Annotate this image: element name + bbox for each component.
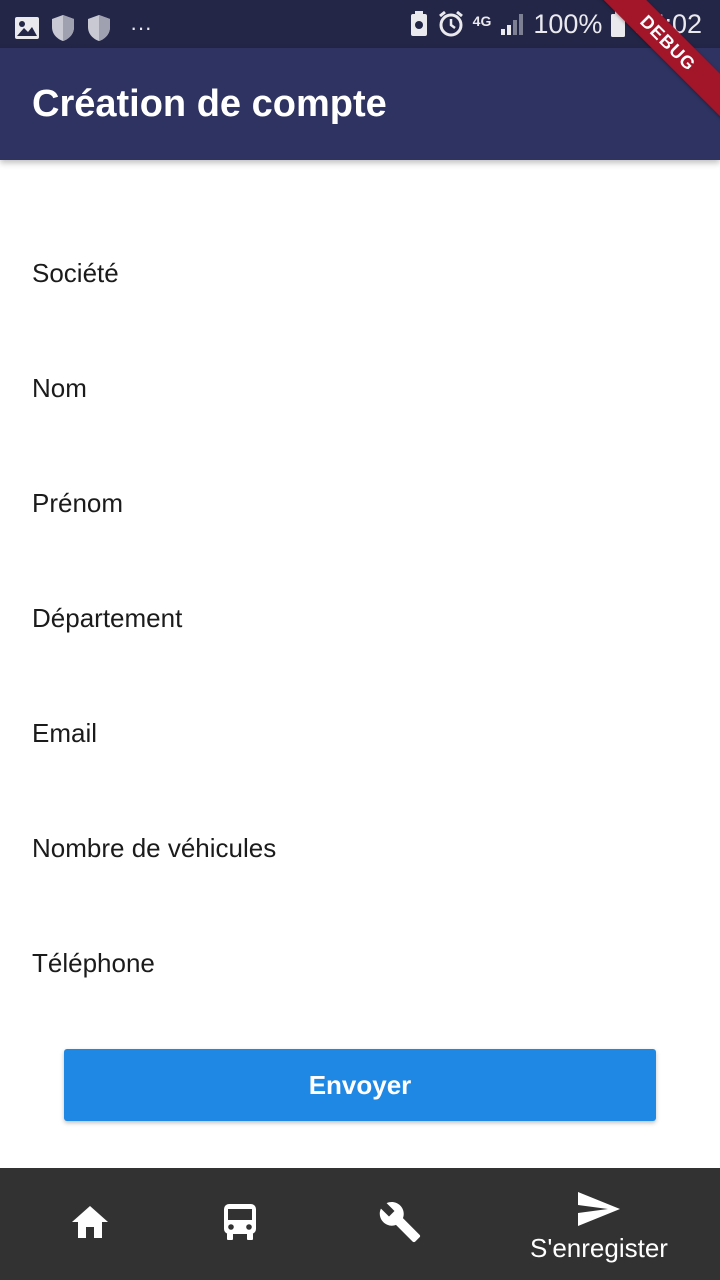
app-bar: Création de compte xyxy=(0,48,720,160)
vehicle-count-field[interactable]: Nombre de véhicules xyxy=(32,818,692,880)
first-name-field[interactable]: Prénom xyxy=(32,473,692,535)
last-name-field[interactable]: Nom xyxy=(32,358,692,420)
nav-item-tools[interactable] xyxy=(310,1168,490,1280)
send-icon xyxy=(576,1190,622,1233)
first-name-input[interactable] xyxy=(32,473,692,535)
status-bar-left: ··· xyxy=(14,10,152,46)
network-type: 4G xyxy=(472,13,492,29)
alarm-icon xyxy=(437,10,465,38)
email-input[interactable] xyxy=(32,703,692,765)
home-icon xyxy=(70,1204,110,1245)
department-input[interactable] xyxy=(32,588,692,650)
submit-button[interactable]: Envoyer xyxy=(64,1049,656,1121)
email-field[interactable]: Email xyxy=(32,703,692,765)
bottom-nav: S'enregister xyxy=(0,1168,720,1280)
company-input[interactable] xyxy=(32,243,692,305)
recycle-battery-icon xyxy=(409,10,429,38)
battery-percent: 100% xyxy=(533,9,603,39)
company-field[interactable]: Société xyxy=(32,243,692,305)
nav-item-bus[interactable] xyxy=(150,1168,330,1280)
last-name-input[interactable] xyxy=(32,358,692,420)
phone-input[interactable] xyxy=(32,933,692,995)
more-notifications-icon: ··· xyxy=(130,15,152,40)
phone-field[interactable]: Téléphone xyxy=(32,933,692,995)
nav-label-register: S'enregister xyxy=(530,1233,668,1263)
image-icon xyxy=(14,15,40,41)
shield-icon xyxy=(86,14,112,42)
bus-icon xyxy=(222,1202,258,1247)
nav-item-register[interactable]: S'enregister xyxy=(509,1168,689,1280)
vehicle-count-input[interactable] xyxy=(32,818,692,880)
wrench-icon xyxy=(378,1200,422,1249)
signal-icon xyxy=(499,11,525,37)
page-title: Création de compte xyxy=(32,83,387,125)
shield-icon xyxy=(50,14,76,42)
department-field[interactable]: Département xyxy=(32,588,692,650)
